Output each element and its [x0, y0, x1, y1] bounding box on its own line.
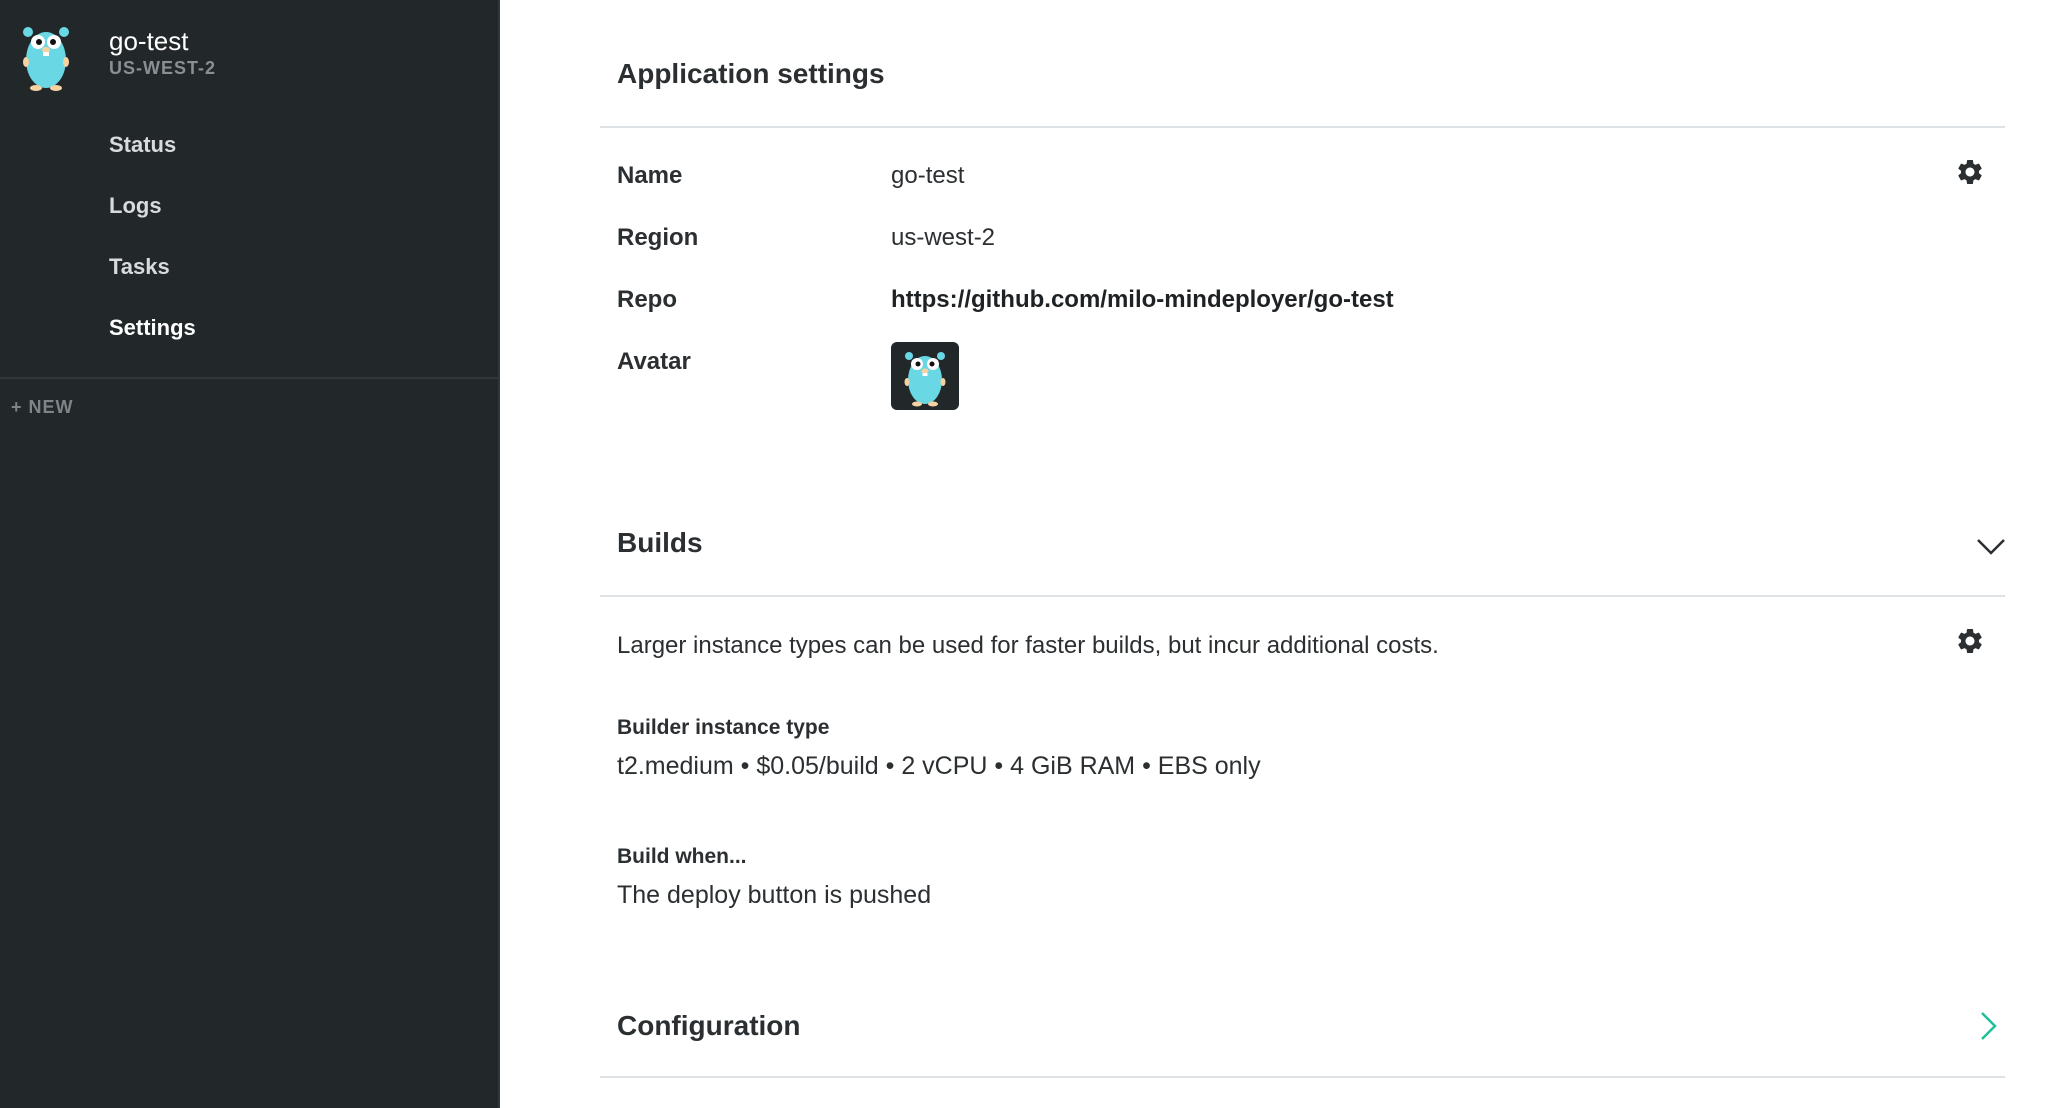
- chevron-right-icon[interactable]: [1972, 1010, 2004, 1042]
- app-region: US-WEST-2: [109, 58, 217, 78]
- gopher-avatar-icon: [904, 352, 946, 407]
- app-header[interactable]: go-test US-WEST-2: [0, 0, 500, 110]
- sidebar-divider: [0, 377, 498, 379]
- main-content: Application settings Name go-test Region…: [600, 0, 2005, 1108]
- builds-description: Larger instance types can be used for fa…: [617, 632, 1439, 659]
- avatar[interactable]: [891, 342, 959, 410]
- field-value-region: us-west-2: [891, 224, 996, 251]
- build-when-label: Build when...: [617, 845, 747, 868]
- app-settings-title: Application settings: [617, 58, 885, 89]
- section-divider: [600, 126, 2005, 128]
- sidebar-item-tasks[interactable]: Tasks: [109, 254, 170, 280]
- builder-instance-label: Builder instance type: [617, 716, 830, 739]
- section-divider: [600, 595, 2005, 597]
- sidebar-item-settings[interactable]: Settings: [109, 315, 196, 341]
- build-when-value: The deploy button is pushed: [617, 881, 932, 909]
- field-label-repo: Repo: [617, 286, 677, 313]
- builds-title[interactable]: Builds: [617, 527, 703, 559]
- gear-icon[interactable]: [1955, 157, 1985, 187]
- new-app-button[interactable]: + NEW: [11, 397, 74, 418]
- field-label-region: Region: [617, 224, 699, 251]
- sidebar-item-status[interactable]: Status: [109, 132, 176, 158]
- gear-icon[interactable]: [1955, 626, 1985, 656]
- field-label-avatar: Avatar: [617, 348, 691, 375]
- field-value-name: go-test: [891, 162, 965, 189]
- configuration-title[interactable]: Configuration: [617, 1010, 801, 1042]
- gopher-icon: [23, 27, 69, 91]
- repo-link[interactable]: https://github.com/milo-mindeployer/go-t…: [891, 286, 1394, 314]
- field-label-name: Name: [617, 162, 683, 189]
- chevron-down-icon[interactable]: [1975, 530, 2007, 562]
- section-divider: [600, 1076, 2005, 1078]
- builder-instance-value: t2.medium • $0.05/build • 2 vCPU • 4 GiB…: [617, 752, 1261, 780]
- sidebar: go-test US-WEST-2 Status Logs Tasks Sett…: [0, 0, 500, 1108]
- sidebar-item-logs[interactable]: Logs: [109, 193, 162, 219]
- app-name: go-test: [109, 26, 189, 56]
